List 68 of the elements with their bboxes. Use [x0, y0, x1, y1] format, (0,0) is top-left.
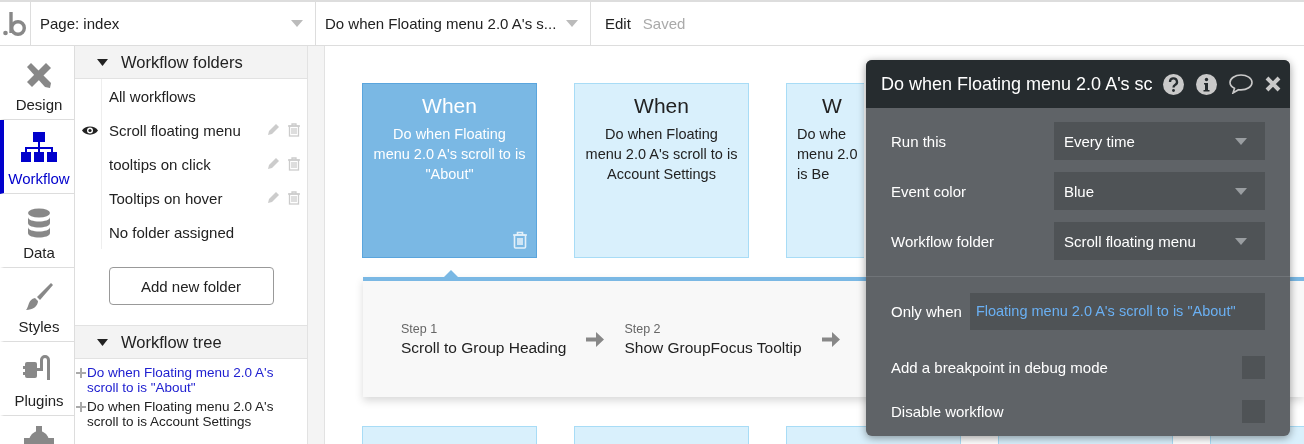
plus-icon[interactable] [76, 402, 86, 412]
trash-icon[interactable] [288, 191, 300, 205]
step-number: Step 1 [401, 321, 439, 336]
trash-icon[interactable] [288, 123, 300, 137]
nav-tab[interactable]: Design [0, 46, 74, 120]
trash-icon[interactable] [288, 157, 300, 171]
nav-tab[interactable]: Data [0, 194, 74, 268]
dropdown[interactable]: Every time [1054, 122, 1265, 160]
dropdown[interactable]: Blue [1054, 172, 1265, 210]
caret-icon [1235, 137, 1247, 145]
event-title: When [634, 94, 689, 118]
page-select[interactable]: Page: index [31, 2, 316, 45]
pencil-icon[interactable] [267, 191, 280, 204]
caret-icon [1235, 237, 1247, 245]
event-title: When [422, 94, 477, 118]
event-description-line: Do whe [797, 125, 848, 144]
brush-icon [24, 282, 54, 312]
database-icon [27, 208, 51, 238]
event-card[interactable]: W Do whe menu 2.0 is Be [786, 83, 864, 258]
event-description-line: is Be [797, 165, 831, 184]
caret-icon [1235, 187, 1247, 195]
logo-icon[interactable] [3, 10, 27, 37]
field-label: Only when [891, 302, 962, 320]
nav-tab[interactable]: Styles [0, 268, 74, 342]
event-description: Do when Floating menu 2.0 A's scroll to is Account Settings [585, 125, 738, 184]
help-icon[interactable] [1162, 73, 1184, 95]
event-title: W [821, 94, 842, 118]
tree-item[interactable]: Do when Floating menu 2.0 A's scroll to is "About" [87, 365, 277, 395]
field-label: Event color [891, 182, 968, 200]
event-description-line: menu 2.0 [797, 145, 858, 164]
tree-item[interactable]: Do when Floating menu 2.0 A's scroll to is Account Settings [87, 399, 277, 429]
folder-item[interactable]: Tooltips on hover [109, 189, 261, 207]
trash-icon[interactable] [512, 231, 528, 249]
flowchart-icon [21, 132, 57, 164]
close-icon[interactable] [1264, 76, 1281, 92]
nav-tab[interactable]: Plugins [0, 342, 74, 416]
edit-menu[interactable]: Edit [591, 2, 643, 45]
folder-item[interactable]: Scroll floating menu [109, 121, 261, 139]
field-label: Disable workflow [891, 402, 1004, 420]
step-number: Step 2 [624, 321, 662, 336]
eye-icon[interactable] [82, 125, 98, 136]
comment-icon[interactable] [1228, 74, 1253, 94]
step-action[interactable]: Show GroupFocus Tooltip [624, 338, 802, 357]
field-label: Workflow folder [891, 232, 996, 250]
step-action[interactable]: Scroll to Group Heading [401, 338, 567, 357]
folder-item[interactable]: tooltips on click [109, 155, 261, 173]
event-card[interactable]: When Do when Floating menu 2.0 A's scroll to is Account Settings [574, 83, 749, 258]
arrow-icon [586, 330, 605, 348]
pencil-icon[interactable] [267, 123, 280, 136]
plus-icon[interactable] [76, 368, 86, 378]
dropdown[interactable]: Scroll floating menu [1054, 222, 1265, 260]
pencil-icon[interactable] [267, 157, 280, 170]
field-label: Run this [891, 132, 948, 150]
folder-item[interactable]: All workflows [109, 87, 307, 105]
nav-tab[interactable]: Workflow [0, 120, 74, 194]
arrow-icon [821, 330, 840, 348]
popup-title: Do when Floating menu 2.0 A's sc [881, 73, 1153, 95]
add-folder-button[interactable]: Add new folder [108, 267, 274, 305]
info-icon[interactable] [1195, 73, 1217, 95]
field-label: Add a breakpoint in debug mode [891, 358, 1108, 376]
folder-item[interactable]: No folder assigned [109, 223, 307, 241]
event-description: Do when Floating menu 2.0 A's scroll to is "About" [373, 125, 526, 184]
section-header[interactable]: Workflow folders [75, 46, 307, 79]
section-header[interactable]: Workflow tree [75, 326, 307, 359]
workflow-select[interactable]: Do when Floating menu 2.0 A's s... [316, 2, 591, 45]
save-status: Saved [642, 14, 686, 34]
caret-icon [566, 20, 578, 27]
caret-icon [291, 20, 303, 27]
